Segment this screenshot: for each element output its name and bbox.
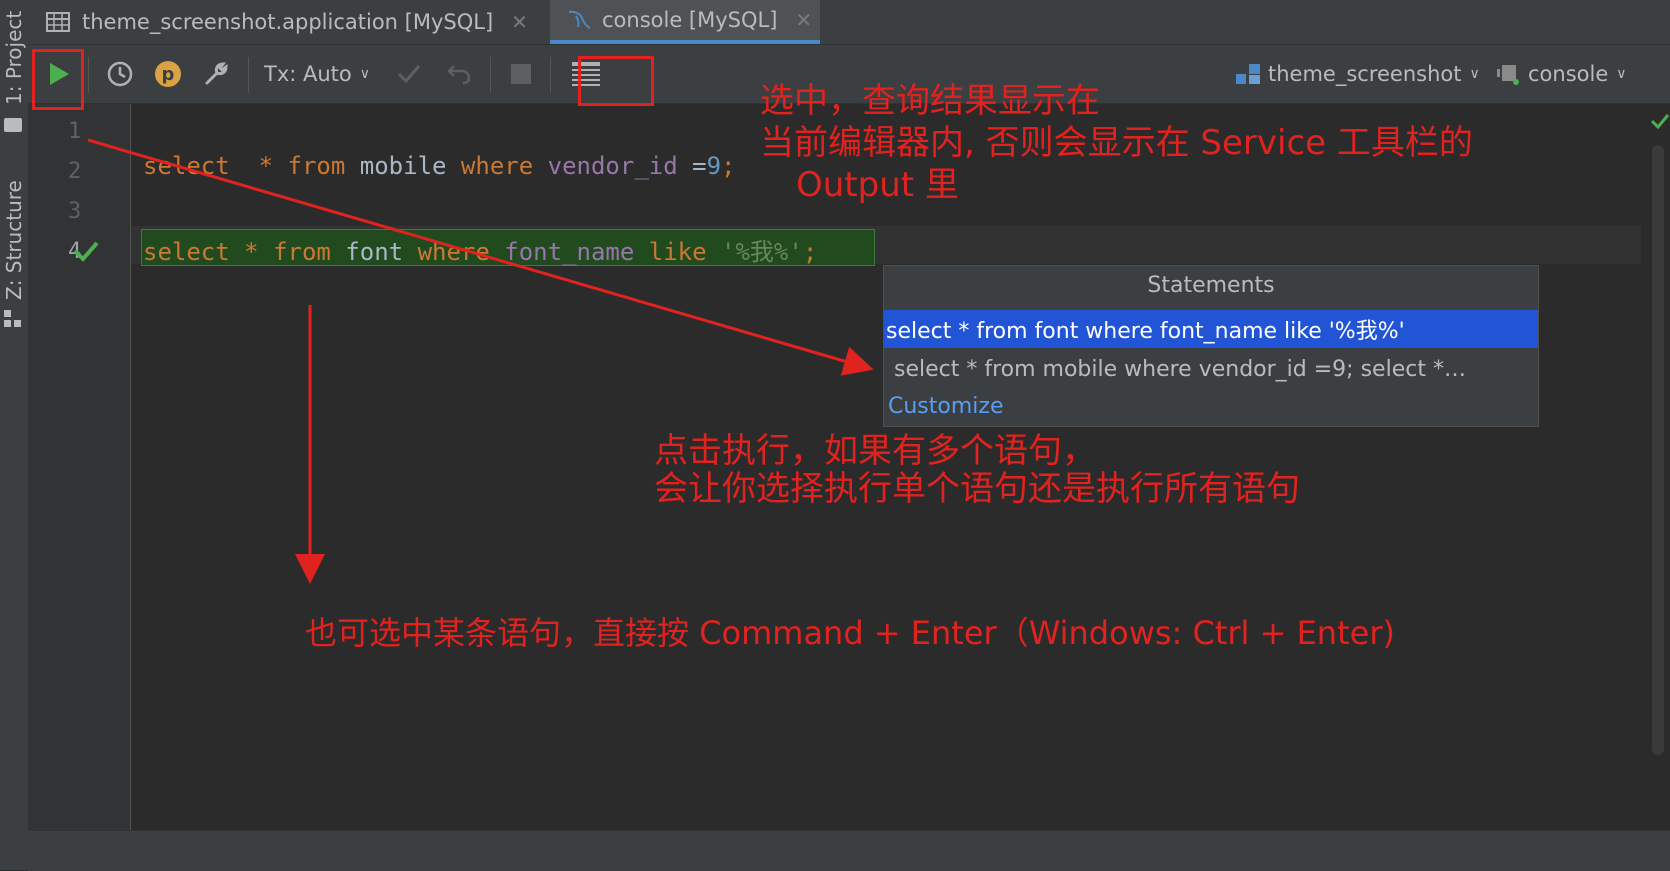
annotation-bottom: 也可选中某条语句，直接按 Command + Enter（Windows: Ct…: [305, 614, 1395, 652]
annotation-line: 点击执行，如果有多个语句，: [654, 431, 1096, 471]
annotation-line: 当前编辑器内, 否则会显示在 Service 工具栏的: [760, 123, 1473, 163]
annotation-middle: 点击执行，如果有多个语句， 会让你选择执行单个语句还是执行所有语句: [654, 432, 1300, 508]
arrow-to-popup: [87, 138, 874, 376]
annotation-top-right: 选中，查询结果显示在 当前编辑器内, 否则会显示在 Service 工具栏的 O…: [760, 80, 1473, 206]
annotation-line: Output 里: [796, 165, 959, 205]
annotation-line: 选中，查询结果显示在: [760, 81, 1100, 121]
annotation-line: 会让你选择执行单个语句还是执行所有语句: [654, 469, 1300, 509]
